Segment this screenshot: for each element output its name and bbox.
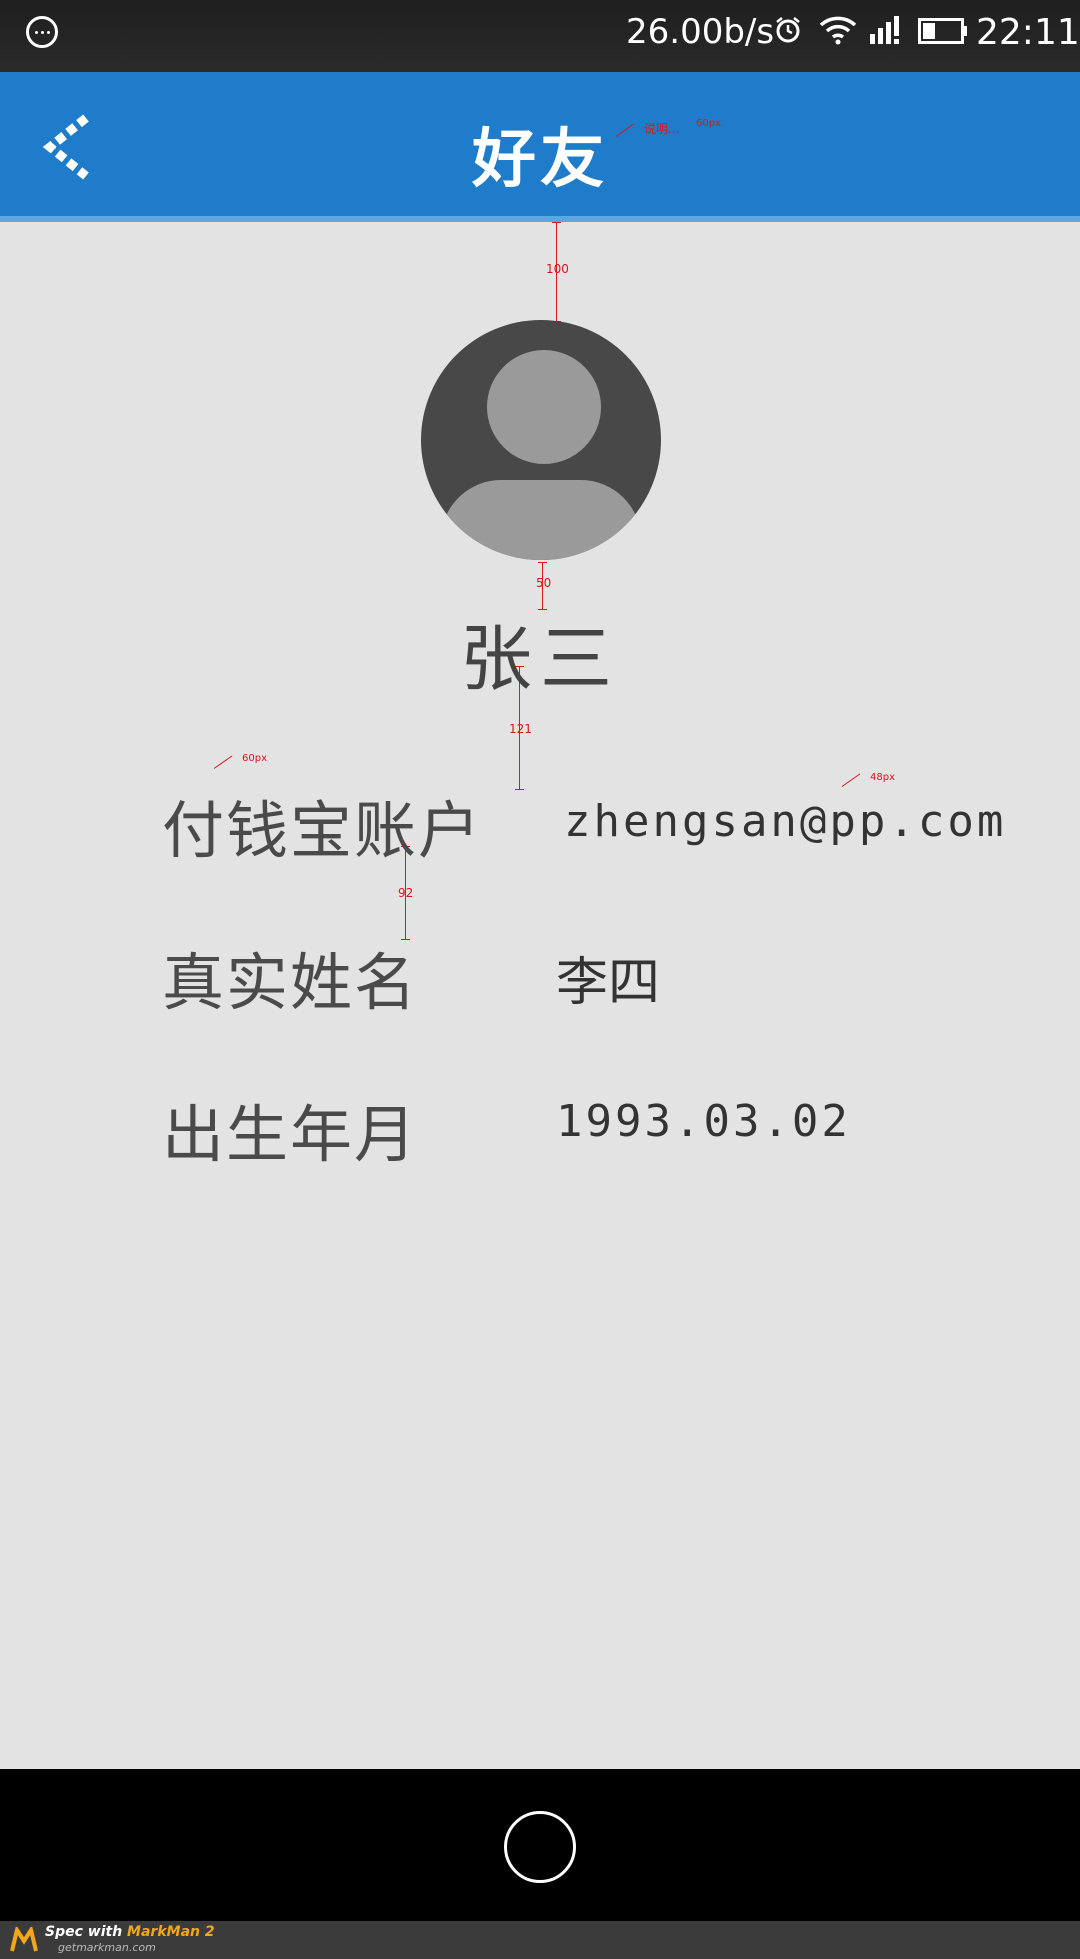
markman-logo-icon [10, 1927, 38, 1952]
app-bar: 好友 [0, 72, 1080, 222]
annotation-arrow [213, 755, 233, 769]
footer: Spec with MarkMan 2 getmarkman.com [0, 1921, 1080, 1959]
label-birth-date: 出生年月 [162, 1098, 419, 1171]
navigation-bar [0, 1769, 1080, 1921]
signal-icon [870, 16, 899, 44]
status-bar: 26.00b/s 22:11 [0, 0, 1080, 72]
battery-icon [918, 18, 967, 44]
annotation-gap-name-row: 121 [509, 722, 532, 736]
footer-credit: Spec with MarkMan 2 [45, 1924, 215, 1940]
clock: 22:11 [976, 12, 1080, 53]
value-real-name: 李四 [556, 953, 661, 1013]
profile-name: 张三 [459, 617, 620, 701]
wifi-icon [819, 16, 857, 45]
value-account: zhengsan@pp.com [564, 796, 1007, 847]
label-account: 付钱宝账户 [162, 794, 483, 867]
avatar-head [487, 350, 601, 464]
annotation-title-note: 说明... [644, 122, 680, 136]
footer-spec-with: Spec with [45, 1924, 128, 1940]
page-title: 好友 [472, 123, 608, 197]
network-speed: 26.00b/s [626, 12, 775, 52]
alarm-icon [776, 17, 800, 43]
value-birth-date: 1993.03.02 [556, 1096, 851, 1147]
footer-brand: MarkMan 2 [127, 1924, 215, 1940]
label-real-name: 真实姓名 [162, 946, 419, 1019]
annotation-label-size: 60px [242, 753, 267, 764]
avatar-body [441, 480, 641, 560]
annotation-gap-rows: 92 [398, 886, 414, 900]
annotation-gap-avatar-name: 50 [536, 576, 552, 590]
annotation-gap-top: 100 [546, 262, 569, 276]
annotation-arrow [841, 773, 861, 787]
annotation-value-size: 48px [870, 772, 895, 783]
footer-site: getmarkman.com [58, 1941, 156, 1954]
avatar[interactable] [421, 320, 661, 560]
annotation-title-size: 60px [696, 118, 721, 129]
menu-icon [26, 16, 58, 48]
home-button[interactable] [504, 1811, 576, 1883]
